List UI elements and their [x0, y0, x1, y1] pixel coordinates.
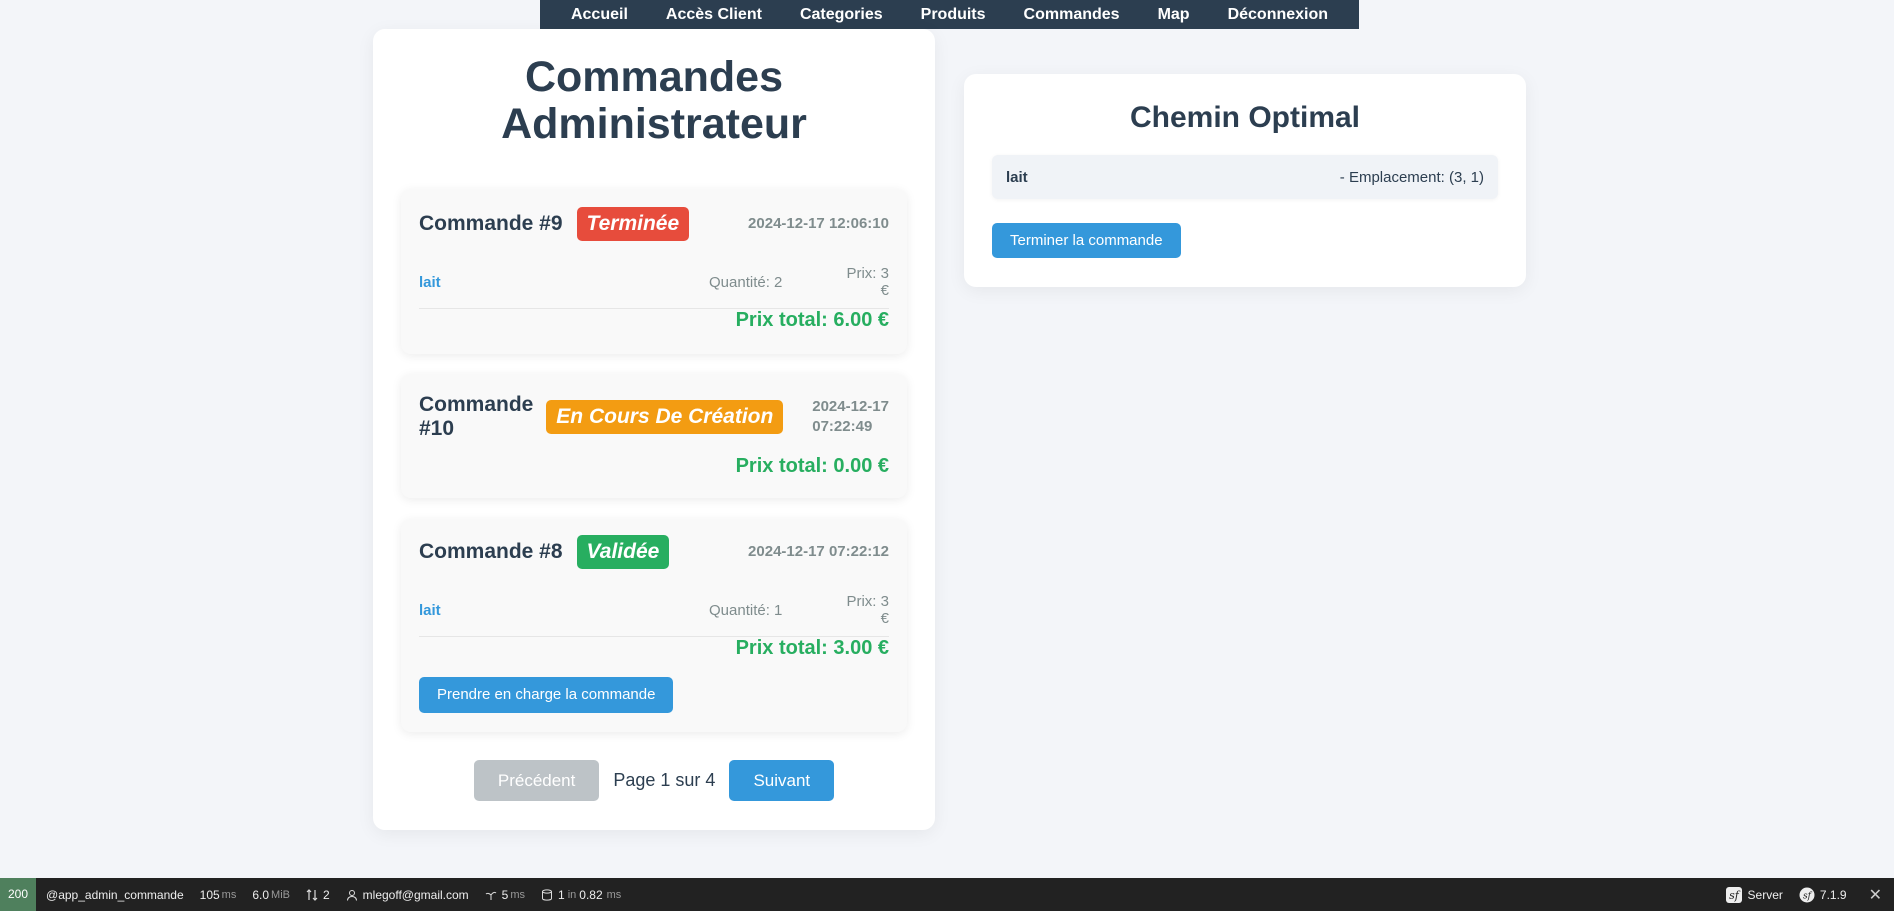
- finish-order-button[interactable]: Terminer la commande: [992, 223, 1181, 258]
- order-header: Commande #8 Validée 2024-12-17 07:22:12: [419, 535, 889, 569]
- item-quantity: Quantité: 2: [709, 273, 783, 291]
- order-total: Prix total: 6.00 €: [735, 309, 889, 331]
- item-quantity: Quantité: 1: [709, 601, 783, 619]
- optimal-path-panel: Chemin Optimal lait - Emplacement: (3, 1…: [964, 74, 1526, 287]
- request-time-value: 105: [199, 887, 220, 902]
- page-title-line2: Administrateur: [501, 100, 807, 148]
- status-badge: En Cours De Création: [546, 400, 784, 434]
- server-info[interactable]: sf Server: [1719, 886, 1793, 904]
- db-time-unit: ms: [606, 888, 622, 901]
- route-text: @app_admin_commande: [46, 887, 184, 902]
- status-badge: Validée: [576, 535, 670, 569]
- status-badge: Terminée: [576, 207, 690, 241]
- server-label: Server: [1747, 887, 1783, 902]
- order-date: 2024-12-17 07:22:49: [812, 397, 889, 437]
- order-date-line2: 07:22:49: [812, 418, 873, 435]
- nav-link-accueil[interactable]: Accueil: [552, 6, 647, 24]
- memory-unit: MiB: [271, 888, 290, 901]
- twig-icon: [485, 891, 497, 900]
- item-price: Prix: 3 €: [846, 593, 889, 627]
- arrows-updown-icon: [306, 888, 318, 901]
- item-name-link[interactable]: lait: [419, 274, 597, 291]
- orders-panel: Commandes Administrateur Commande #9 Ter…: [373, 29, 935, 830]
- order-date-line1: 2024-12-17: [812, 398, 889, 415]
- nav-link-commandes[interactable]: Commandes: [1005, 6, 1139, 24]
- symfony-version[interactable]: sf 7.1.9: [1793, 887, 1857, 903]
- order-total: Prix total: 0.00 €: [735, 455, 889, 477]
- order-date: 2024-12-17 12:06:10: [748, 215, 889, 232]
- request-time-unit: ms: [221, 888, 237, 901]
- nav-link-produits[interactable]: Produits: [902, 6, 1005, 24]
- twig-time[interactable]: 5 ms: [479, 888, 535, 902]
- item-name-link[interactable]: lait: [419, 602, 597, 619]
- order-number-line1: Commande: [419, 393, 534, 416]
- twig-time-unit: ms: [510, 888, 526, 901]
- order-number-line2: #10: [419, 417, 455, 440]
- requests-value: 2: [322, 887, 330, 902]
- order-card: Commande #8 Validée 2024-12-17 07:22:12 …: [401, 519, 907, 732]
- db-count: 1: [558, 887, 565, 902]
- close-toolbar-icon[interactable]: ✕: [1857, 885, 1894, 905]
- memory-usage[interactable]: 6.0 MiB: [246, 888, 300, 902]
- order-total: Prix total: 3.00 €: [735, 637, 889, 659]
- order-header: Commande #10 En Cours De Création 2024-1…: [419, 393, 889, 441]
- top-nav: Accueil Accès Client Categories Produits…: [540, 0, 1359, 29]
- path-item: lait - Emplacement: (3, 1): [992, 155, 1498, 199]
- path-item-name: lait: [1006, 168, 1028, 186]
- order-number: Commande #10: [419, 393, 533, 441]
- db-in-label: in: [567, 888, 577, 901]
- order-item-row: lait Quantité: 1 Prix: 3 €: [419, 593, 889, 637]
- page-title: Commandes Administrateur: [373, 54, 935, 148]
- order-card: Commande #9 Terminée 2024-12-17 12:06:10…: [401, 189, 907, 354]
- symfony-logo-icon: sf: [1725, 886, 1742, 903]
- order-date: 2024-12-17 07:22:12: [748, 543, 889, 560]
- path-item-location: - Emplacement: (3, 1): [1339, 168, 1484, 186]
- item-price: Prix: 3 €: [846, 265, 889, 299]
- order-card: Commande #10 En Cours De Création 2024-1…: [401, 374, 907, 498]
- requests-count[interactable]: 2: [300, 888, 340, 902]
- status-code-badge[interactable]: 200: [0, 878, 37, 911]
- nav-link-deconnexion[interactable]: Déconnexion: [1209, 6, 1347, 24]
- previous-page-button[interactable]: Précédent: [473, 760, 600, 801]
- page-indicator: Page 1 sur 4: [613, 770, 716, 790]
- order-header: Commande #9 Terminée 2024-12-17 12:06:10: [419, 207, 889, 241]
- user-icon: [346, 889, 357, 901]
- user-email: mlegoff@gmail.com: [362, 887, 469, 902]
- next-page-button[interactable]: Suivant: [729, 760, 835, 801]
- nav-link-acces-client[interactable]: Accès Client: [647, 6, 781, 24]
- order-item-row: lait Quantité: 2 Prix: 3 €: [419, 265, 889, 309]
- database-icon: [542, 888, 553, 901]
- take-charge-button[interactable]: Prendre en charge la commande: [419, 677, 674, 713]
- order-number: Commande #8: [419, 540, 563, 563]
- pagination: Précédent Page 1 sur 4 Suivant: [373, 760, 935, 801]
- symfony-icon: sf: [1799, 887, 1815, 902]
- user-info[interactable]: mlegoff@gmail.com: [340, 888, 479, 902]
- optimal-path-title: Chemin Optimal: [1129, 101, 1361, 134]
- twig-time-value: 5: [501, 887, 509, 902]
- debug-toolbar: 200 @app_admin_commande 105 ms 6.0 MiB 2 m…: [0, 878, 1894, 911]
- request-time[interactable]: 105 ms: [194, 888, 247, 902]
- page-title-line1: Commandes: [524, 53, 784, 101]
- memory-value: 6.0: [252, 887, 270, 902]
- db-time-value: 0.82: [579, 887, 603, 902]
- toolbar-right: sf Server sf 7.1.9 ✕: [1719, 885, 1894, 905]
- database-info[interactable]: 1 in 0.82 ms: [535, 888, 631, 902]
- nav-link-categories[interactable]: Categories: [781, 6, 902, 24]
- order-number: Commande #9: [419, 212, 563, 235]
- nav-link-map[interactable]: Map: [1139, 6, 1209, 24]
- version-value: 7.1.9: [1819, 887, 1847, 902]
- route-name[interactable]: @app_admin_commande: [40, 888, 194, 902]
